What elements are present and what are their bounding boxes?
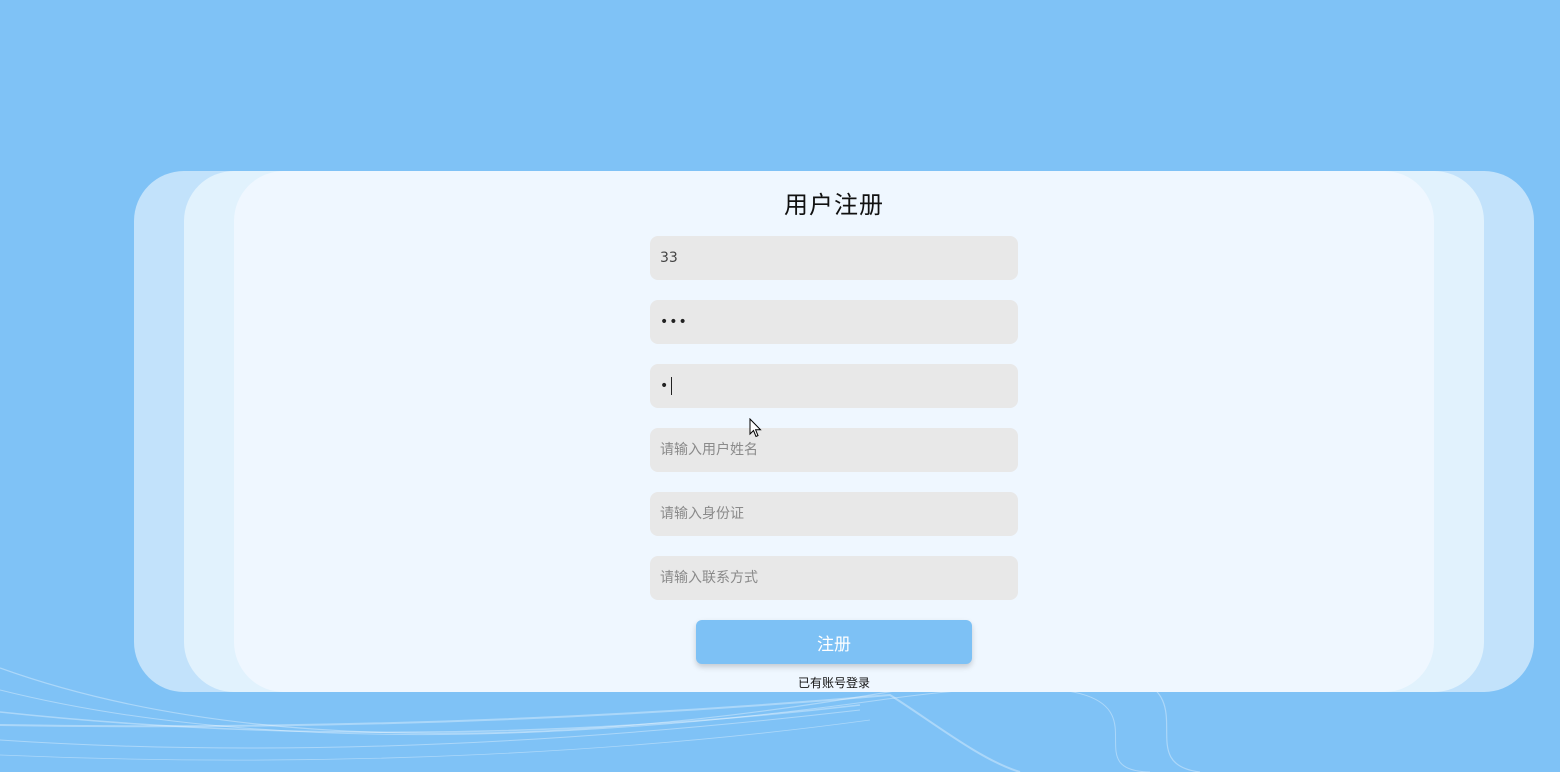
real-name-input[interactable] <box>650 428 1018 472</box>
mouse-pointer-icon <box>749 418 762 438</box>
contact-input[interactable] <box>650 556 1018 600</box>
password-masked-value: ••• <box>660 314 688 330</box>
page-title: 用户注册 <box>784 191 884 219</box>
id-card-input[interactable] <box>650 492 1018 536</box>
confirm-password-masked-value: • <box>660 378 670 394</box>
text-caret <box>671 377 673 395</box>
register-form: 用户注册 ••• • 注册 已有账号登录 <box>234 171 1434 692</box>
register-button[interactable]: 注册 <box>696 620 972 664</box>
confirm-password-input[interactable]: • <box>650 364 1018 408</box>
username-input[interactable] <box>650 236 1018 280</box>
login-link[interactable]: 已有账号登录 <box>234 674 1434 691</box>
password-input[interactable]: ••• <box>650 300 1018 344</box>
